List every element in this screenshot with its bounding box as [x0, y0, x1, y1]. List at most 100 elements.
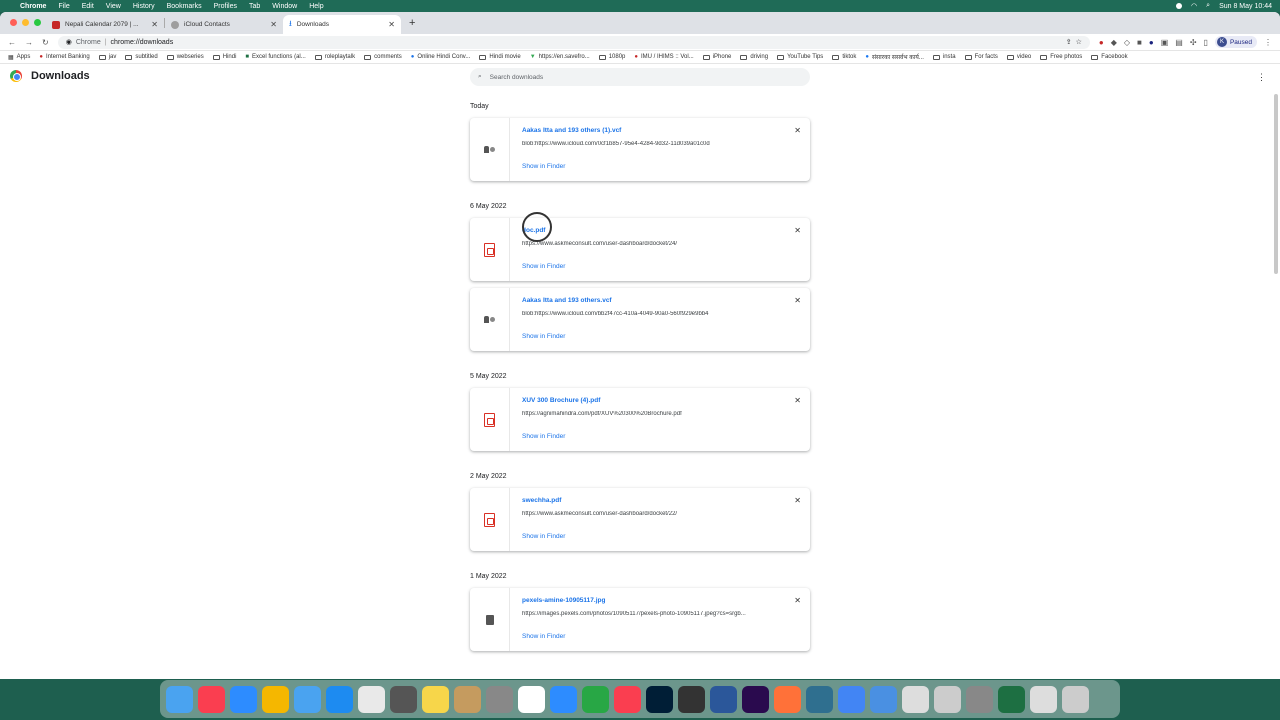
profile-button[interactable]: K Paused [1214, 36, 1257, 48]
menu-tab[interactable]: Tab [249, 3, 260, 10]
bookmark-item[interactable]: video [1006, 54, 1031, 60]
bookmark-item[interactable]: For facts [964, 54, 998, 60]
share-icon[interactable]: ⇪ [1066, 38, 1072, 46]
bookmark-item[interactable]: Free photos [1040, 54, 1082, 60]
dock-app-icon[interactable] [870, 685, 897, 713]
dock-app-icon[interactable] [774, 685, 801, 713]
bookmark-item[interactable]: driving [740, 54, 768, 60]
extension-icon[interactable]: ● [1099, 38, 1104, 47]
dock-app-icon[interactable] [454, 685, 481, 713]
file-name-link[interactable]: Aakas Itta and 193 others (1).vcf [522, 127, 798, 134]
file-name-link[interactable]: Aakas Itta and 193 others.vcf [522, 297, 798, 304]
menu-profiles[interactable]: Profiles [214, 3, 237, 10]
extension-icon[interactable]: ▤ [1175, 38, 1183, 47]
menu-edit[interactable]: Edit [82, 3, 94, 10]
dock-app-icon[interactable] [998, 685, 1025, 713]
file-url[interactable]: https://images.pexels.com/photos/1090511… [522, 611, 777, 617]
menu-bookmarks[interactable]: Bookmarks [167, 3, 202, 10]
chrome-menu-icon[interactable]: ⋮ [1264, 38, 1272, 47]
bookmark-item[interactable]: webseries [166, 54, 204, 60]
bookmark-apps[interactable]: ▦ Apps [8, 54, 30, 61]
file-name-link[interactable]: XUV 300 Brochure (4).pdf [522, 397, 798, 404]
dock-app-icon[interactable] [230, 685, 257, 713]
dock-app-icon[interactable] [966, 685, 993, 713]
dock-app-icon[interactable] [358, 685, 385, 713]
dock-app-icon[interactable] [422, 685, 449, 713]
menu-file[interactable]: File [58, 3, 69, 10]
address-bar[interactable]: ◉ Chrome | chrome://downloads ⇪ ☆ [57, 35, 1090, 49]
dock-app-icon[interactable] [166, 685, 193, 713]
close-tab-icon[interactable]: ✕ [270, 20, 277, 29]
bookmark-star-icon[interactable]: ☆ [1076, 38, 1082, 46]
file-url[interactable]: https://www.askmeconsult.com/user-dashbo… [522, 241, 777, 247]
dock-app-icon[interactable] [518, 685, 545, 713]
file-url[interactable]: https://www.askmeconsult.com/user-dashbo… [522, 511, 777, 517]
extension-icon[interactable]: ● [1149, 38, 1154, 47]
omnibox-url[interactable]: chrome://downloads [111, 39, 174, 46]
menu-help[interactable]: Help [309, 3, 323, 10]
dock-app-icon[interactable] [326, 685, 353, 713]
wifi-icon[interactable]: ◠ [1191, 2, 1197, 10]
bookmark-item[interactable]: subtitled [125, 54, 158, 60]
dock-app-icon[interactable] [390, 685, 417, 713]
file-name-link[interactable]: pexels-amine-10905117.jpg [522, 597, 798, 604]
dock-app-icon[interactable] [838, 685, 865, 713]
file-url[interactable]: blob:https://www.icloud.com/0cf1b857-95e… [522, 141, 777, 147]
bookmark-item[interactable]: ● Internet Banking [39, 54, 89, 60]
dock-app-icon[interactable] [646, 685, 673, 713]
menubar-clock[interactable]: Sun 8 May 10:44 [1219, 3, 1272, 10]
bookmark-item[interactable]: ● IMU / IHIMS :: Vol... [634, 54, 693, 60]
scrollbar[interactable] [1274, 94, 1278, 274]
dock-app-icon[interactable] [742, 685, 769, 713]
bookmark-item[interactable]: Facebook [1091, 54, 1128, 60]
bookmark-item[interactable]: ■ Excel functions (al... [245, 54, 305, 60]
bookmark-item[interactable]: Hindi movie [479, 54, 521, 60]
side-panel-icon[interactable]: ▯ [1204, 38, 1208, 47]
bookmark-item[interactable]: Hindi [212, 54, 236, 60]
app-menu[interactable]: Chrome [20, 3, 46, 10]
search-downloads-input[interactable]: ⌕ Search downloads [470, 68, 810, 86]
extension-icon[interactable]: ■ [1137, 38, 1142, 47]
dock-app-icon[interactable] [710, 685, 737, 713]
dock-app-icon[interactable] [902, 685, 929, 713]
dock-app-icon[interactable] [550, 685, 577, 713]
dock-app-icon[interactable] [614, 685, 641, 713]
bookmark-item[interactable]: tiktok [832, 54, 856, 60]
dock-app-icon[interactable] [198, 685, 225, 713]
menu-window[interactable]: Window [272, 3, 297, 10]
show-in-finder-link[interactable]: Show in Finder [522, 633, 565, 640]
file-url[interactable]: blob:https://www.icloud.com/bb2f47cc-410… [522, 311, 777, 317]
new-tab-button[interactable]: + [409, 17, 415, 29]
menu-view[interactable]: View [106, 3, 121, 10]
bookmark-item[interactable]: ● संसारका ससर्वभ कार्य... [865, 53, 924, 61]
file-name-link[interactable]: doc.pdf [522, 227, 798, 234]
minimize-window-button[interactable] [22, 19, 29, 26]
close-tab-icon[interactable]: ✕ [151, 20, 158, 29]
show-in-finder-link[interactable]: Show in Finder [522, 433, 565, 440]
more-actions-icon[interactable]: ⋮ [1257, 72, 1266, 83]
remove-from-list-icon[interactable]: ✕ [794, 296, 801, 305]
dock-app-icon[interactable] [262, 685, 289, 713]
back-arrow-icon[interactable]: ← [8, 38, 16, 47]
dock-app-icon[interactable] [678, 685, 705, 713]
close-tab-icon[interactable]: ✕ [388, 20, 395, 29]
tab-downloads[interactable]: ⭳ Downloads ✕ [283, 15, 401, 34]
bookmark-item[interactable]: ● Online Hindi Conv... [411, 54, 471, 60]
tab-icloud-contacts[interactable]: iCloud Contacts ✕ [165, 15, 283, 34]
extension-icon[interactable]: ▣ [1161, 38, 1169, 47]
dock-app-icon[interactable] [486, 685, 513, 713]
zoom-window-button[interactable] [34, 19, 41, 26]
show-in-finder-link[interactable]: Show in Finder [522, 163, 565, 170]
bookmark-item[interactable]: ▼ https://en.savefro... [530, 54, 590, 60]
bookmark-item[interactable]: insta [932, 54, 956, 60]
show-in-finder-link[interactable]: Show in Finder [522, 533, 565, 540]
extension-icon[interactable]: ◇ [1124, 38, 1130, 47]
menu-history[interactable]: History [133, 3, 155, 10]
dock-app-icon[interactable] [806, 685, 833, 713]
dock-app-icon[interactable] [582, 685, 609, 713]
puzzle-icon[interactable]: ✣ [1190, 38, 1197, 47]
remove-from-list-icon[interactable]: ✕ [794, 396, 801, 405]
dock-app-icon[interactable] [934, 685, 961, 713]
extension-icon[interactable]: ◆ [1111, 38, 1117, 47]
dock-app-icon[interactable] [1030, 685, 1057, 713]
